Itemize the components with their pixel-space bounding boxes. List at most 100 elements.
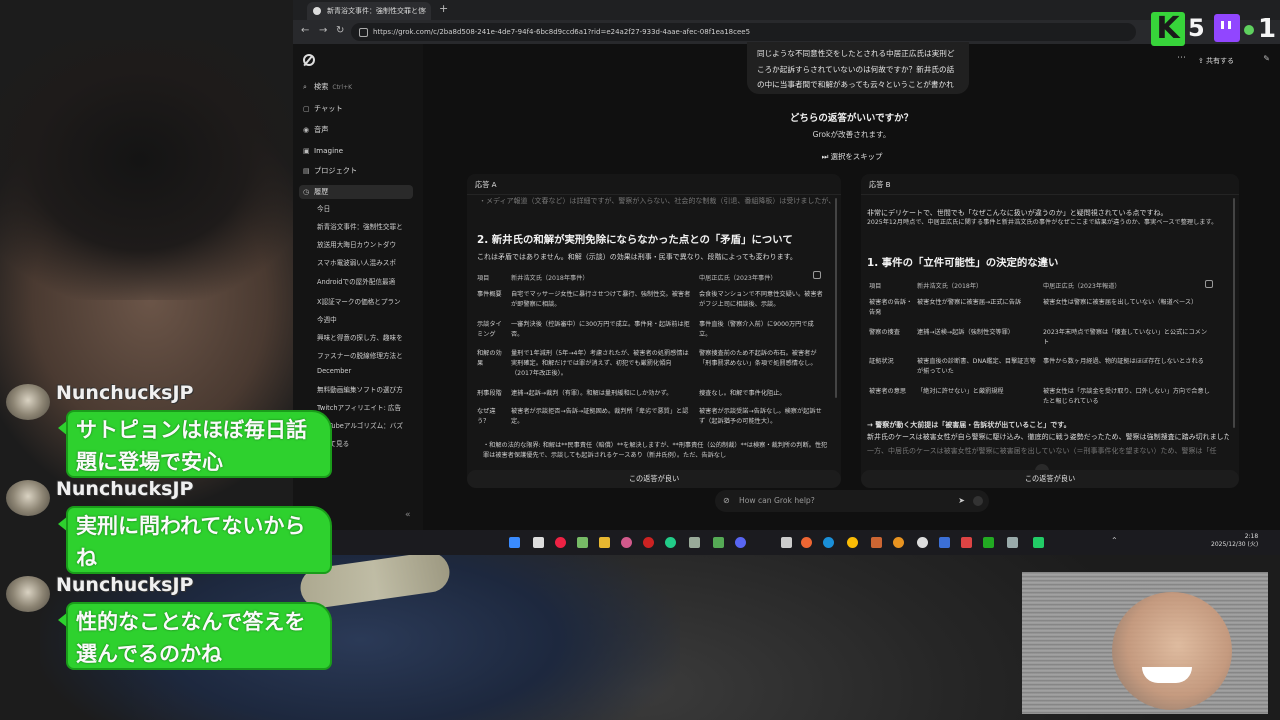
edge-icon[interactable] bbox=[823, 537, 834, 548]
compare-title: どちらの返答がいいですか？ bbox=[789, 113, 914, 124]
start-icon[interactable] bbox=[509, 537, 520, 548]
table-header: 新井浩文氏（2018年） bbox=[917, 283, 983, 290]
app-icon[interactable] bbox=[781, 537, 792, 548]
response-a-heading: 2. 新井氏の和解が実刑免除にならなかった点との「矛盾」について bbox=[477, 234, 793, 246]
close-tab-icon[interactable]: ✕ bbox=[420, 2, 427, 20]
response-a-header: 応答 A bbox=[475, 180, 497, 189]
send-icon[interactable]: ➤ bbox=[958, 490, 965, 512]
sidebar-item-search[interactable]: ⌕ 検索 Ctrl+K bbox=[303, 82, 415, 92]
sidebar-item-chat[interactable]: ▢ チャット bbox=[303, 104, 415, 114]
clock[interactable]: 2:18 2025/12/30 (火) bbox=[1211, 533, 1259, 549]
history-item[interactable]: ファスナーの脱線修理方法と bbox=[317, 350, 413, 360]
back-icon[interactable]: ← bbox=[301, 25, 309, 36]
history-item[interactable]: スマホ電波弱い人混みスポ bbox=[317, 257, 413, 267]
chat-input-placeholder: How can Grok help? bbox=[739, 496, 815, 505]
app-icon[interactable] bbox=[577, 537, 588, 548]
site-info-icon[interactable] bbox=[359, 28, 368, 37]
app-icon[interactable] bbox=[1033, 537, 1044, 548]
response-a-intro: これは矛盾ではありません。和解（示談）の効果は刑事・民事で異なり、段階によっても… bbox=[477, 253, 797, 261]
forward-icon[interactable]: → bbox=[319, 25, 327, 36]
app-icon[interactable] bbox=[983, 537, 994, 548]
browser-window: 新青浴文事件：強制性交罪と信 ✕ + ← → ↻ https://grok.co… bbox=[293, 0, 1280, 555]
chat-text: サトピョンはほぼ毎日話 bbox=[76, 418, 307, 442]
response-b-scrollbar[interactable] bbox=[1233, 198, 1235, 428]
folder-icon[interactable] bbox=[599, 537, 610, 548]
history-item[interactable]: 放送用大晦日カウントダウ bbox=[317, 239, 413, 249]
new-chat-icon[interactable]: ✎ bbox=[1263, 54, 1270, 63]
app-icon[interactable] bbox=[713, 537, 724, 548]
taskview-icon[interactable] bbox=[533, 537, 544, 548]
history-item[interactable]: 無料動画編集ソフトの選び方 bbox=[317, 384, 413, 394]
guest-face bbox=[1112, 592, 1232, 710]
voice-icon: ◉ bbox=[303, 126, 310, 134]
viewer-gem-icon bbox=[1244, 25, 1254, 35]
prefer-response-a-button[interactable]: この返答が良い bbox=[467, 470, 841, 488]
line-icon[interactable] bbox=[665, 537, 676, 548]
table-header: 項目 bbox=[477, 275, 490, 282]
discord-icon[interactable] bbox=[735, 537, 746, 548]
sidebar-item-imagine[interactable]: ▣ Imagine bbox=[303, 146, 415, 155]
table-cell: 逮捕→送検→起訴（強制性交等罪） bbox=[917, 329, 1014, 336]
history-item[interactable]: 新青浴文事件：強制性交罪と bbox=[317, 221, 413, 231]
sidebar-item-projects[interactable]: ▤ プロジェクト bbox=[303, 166, 415, 176]
chat-text: 性的なことなんで答えを bbox=[76, 610, 306, 634]
address-bar-row: ← → ↻ https://grok.com/c/2ba8d508-241e-4… bbox=[293, 20, 1280, 44]
chat-input[interactable]: ⊘ How can Grok help? ➤ bbox=[715, 490, 989, 512]
kick-logo-icon: K bbox=[1151, 12, 1185, 46]
table-cell: 被害女性は「示談金を受け取り、口外しない」方向で合意したと報じられている bbox=[1043, 388, 1210, 405]
tab-title: 新青浴文事件：強制性交罪と信 bbox=[327, 7, 425, 15]
app-icon[interactable] bbox=[917, 537, 928, 548]
new-tab-icon[interactable]: + bbox=[439, 2, 448, 15]
table-cell: 被害女性は警察に被害届を出していない（報道ベース） bbox=[1043, 299, 1198, 306]
clock-time: 2:18 bbox=[1244, 533, 1259, 540]
response-a-faded-line: ・メディア報道（文春など）は詳細ですが、警察が入らない、社会的な制裁（引退、番組… bbox=[479, 197, 835, 205]
share-button[interactable]: ⇪ 共有する bbox=[1198, 56, 1234, 66]
browser-tab[interactable]: 新青浴文事件：強制性交罪と信 ✕ bbox=[307, 2, 431, 20]
table-cell: 示談タイミング bbox=[477, 321, 502, 338]
reload-icon[interactable]: ↻ bbox=[336, 25, 344, 36]
app-icon[interactable] bbox=[689, 537, 700, 548]
app-icon[interactable] bbox=[871, 537, 882, 548]
url-input[interactable]: https://grok.com/c/2ba8d508-241e-4de7-94… bbox=[351, 23, 1136, 41]
copy-table-icon[interactable] bbox=[813, 271, 821, 279]
history-item[interactable]: Twitchアフィリエイト: 広告 bbox=[317, 402, 413, 412]
collapse-sidebar-icon[interactable]: « bbox=[405, 510, 411, 520]
table-cell: 警察の捜査 bbox=[869, 329, 900, 336]
chat-username: NunchucksJP bbox=[56, 478, 194, 500]
divider bbox=[467, 194, 841, 195]
chrome-icon[interactable] bbox=[847, 537, 858, 548]
voice-mode-icon[interactable] bbox=[973, 496, 983, 506]
copy-table-icon[interactable] bbox=[1205, 280, 1213, 288]
table-cell: 事件直後（警察介入前）に9000万円で成立。 bbox=[699, 321, 814, 338]
chat-username: NunchucksJP bbox=[56, 382, 194, 404]
response-a-scrollbar[interactable] bbox=[835, 198, 837, 398]
app-icon[interactable] bbox=[621, 537, 632, 548]
attach-icon[interactable]: ⊘ bbox=[723, 490, 730, 512]
more-options-icon[interactable]: ⋯ bbox=[1177, 53, 1186, 63]
history-item[interactable]: X認証マークの価格とプラン bbox=[317, 296, 413, 306]
app-icon[interactable] bbox=[801, 537, 812, 548]
chat-username: NunchucksJP bbox=[56, 574, 194, 596]
sidebar-item-history[interactable]: ◷ 履歴 bbox=[303, 187, 415, 197]
kick-viewer-count: 5 bbox=[1188, 14, 1205, 42]
grok-logo-icon[interactable] bbox=[303, 54, 315, 66]
app-icon[interactable] bbox=[555, 537, 566, 548]
skip-selection-button[interactable]: ⏭ 選択をスキップ bbox=[817, 150, 887, 164]
history-item[interactable]: 興味と得意の探し方、趣味を bbox=[317, 332, 413, 342]
sidebar-item-voice[interactable]: ◉ 音声 bbox=[303, 125, 415, 135]
sidebar-item-label: 履歴 bbox=[314, 187, 329, 196]
avatar bbox=[6, 576, 50, 612]
app-icon[interactable] bbox=[939, 537, 950, 548]
table-cell: 被害者の告訴・告発 bbox=[869, 299, 913, 316]
prefer-response-b-button[interactable]: この返答が良い bbox=[861, 470, 1239, 488]
history-item[interactable]: Androidでの屋外配信最適 bbox=[317, 276, 413, 286]
record-icon[interactable] bbox=[643, 537, 654, 548]
tray-expand-icon[interactable]: ⌃ bbox=[1111, 536, 1118, 545]
sidebar-item-label: Imagine bbox=[314, 146, 344, 155]
divider bbox=[861, 194, 1239, 195]
app-icon[interactable] bbox=[893, 537, 904, 548]
response-a-bullet: ・和解の法的な限界: 和解は**民事責任（賠償）**を解決しますが、**刑事責任… bbox=[483, 442, 828, 459]
chat-icon: ▢ bbox=[303, 105, 310, 113]
app-icon[interactable] bbox=[1007, 537, 1018, 548]
app-icon[interactable] bbox=[961, 537, 972, 548]
